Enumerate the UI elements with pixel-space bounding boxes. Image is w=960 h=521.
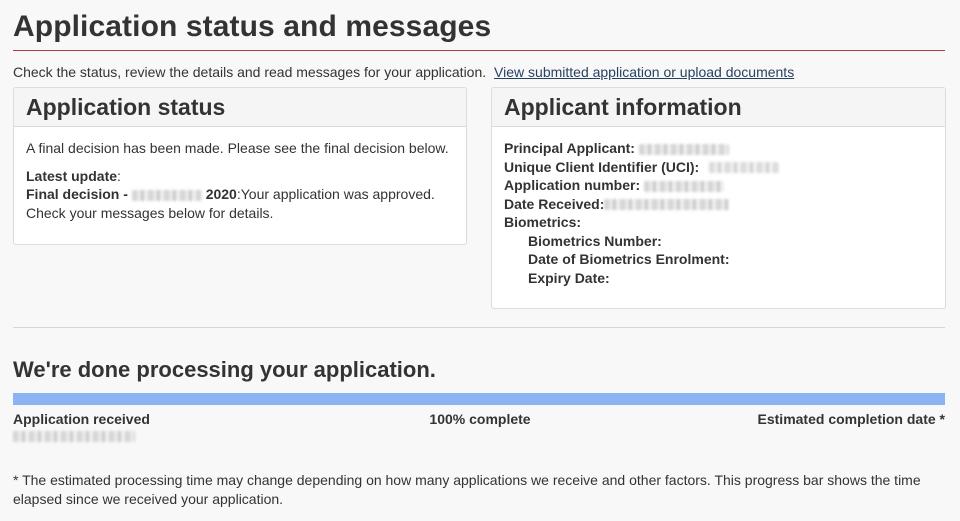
- page: Application status and messages Check th…: [0, 0, 960, 521]
- latest-update-row: Latest update:: [26, 167, 454, 186]
- uci-label: Unique Client Identifier (UCI):: [504, 158, 700, 175]
- decision-text: A final decision has been made. Please s…: [26, 140, 449, 156]
- intro-line: Check the status, review the details and…: [13, 64, 794, 80]
- redacted-date-received: [604, 199, 730, 211]
- uci-row: Unique Client Identifier (UCI):: [504, 158, 933, 177]
- application-number-label: Application number:: [504, 177, 641, 193]
- application-number-row: Application number:: [504, 176, 933, 195]
- applicant-information-panel: Applicant information Principal Applican…: [491, 87, 946, 309]
- application-status-panel: Application status A final decision has …: [13, 87, 467, 245]
- check-messages-text: Check your messages below for details.: [26, 204, 274, 221]
- expiry-date-row: Expiry Date:: [504, 269, 933, 288]
- applicant-information-body: Principal Applicant: Unique Client Ident…: [492, 127, 945, 299]
- redacted-decision-date: [131, 189, 202, 201]
- final-decision-year: 2020: [205, 186, 237, 202]
- expiry-date-label: Expiry Date:: [528, 269, 610, 286]
- principal-applicant-row: Principal Applicant:: [504, 139, 933, 158]
- redacted-uci: [709, 162, 780, 174]
- page-title: Application status and messages: [13, 10, 492, 43]
- biometrics-enrolment-label: Date of Biometrics Enrolment:: [528, 251, 730, 267]
- redacted-principal-applicant: [638, 143, 729, 155]
- biometrics-number-label: Biometrics Number:: [528, 232, 662, 249]
- redacted-application-number: [644, 180, 725, 192]
- estimated-completion-label: Estimated completion date *: [757, 411, 945, 427]
- application-received-label: Application received: [13, 411, 150, 427]
- processing-footnote: * The estimated processing time may chan…: [13, 472, 921, 507]
- biometrics-label: Biometrics:: [504, 214, 582, 230]
- biometrics-number-row: Biometrics Number:: [504, 232, 933, 251]
- application-status-heading: Application status: [14, 88, 466, 127]
- title-divider: [13, 50, 945, 51]
- final-decision-row: Final decision - 2020:Your application w…: [26, 185, 454, 204]
- principal-applicant-label: Principal Applicant:: [504, 140, 635, 156]
- latest-update-colon: :: [117, 167, 121, 184]
- section-divider: [13, 327, 945, 328]
- view-application-link[interactable]: View submitted application or upload doc…: [494, 64, 794, 80]
- final-decision-prefix: Final decision -: [26, 186, 128, 202]
- progress-bar-fill: [13, 393, 945, 405]
- intro-text: Check the status, review the details and…: [13, 64, 487, 80]
- application-status-body: A final decision has been made. Please s…: [14, 127, 466, 234]
- latest-update-label: Latest update: [26, 167, 118, 184]
- biometrics-row: Biometrics:: [504, 213, 933, 232]
- applicant-information-heading: Applicant information: [492, 88, 945, 127]
- final-decision-text: :Your application was approved.: [236, 186, 435, 202]
- processing-heading: We're done processing your application.: [13, 357, 436, 382]
- biometrics-enrolment-row: Date of Biometrics Enrolment:: [504, 250, 933, 269]
- date-received-label: Date Received:: [504, 195, 605, 212]
- progress-bar: [13, 393, 945, 405]
- date-received-row: Date Received:: [504, 195, 933, 214]
- redacted-received-date: [13, 431, 135, 442]
